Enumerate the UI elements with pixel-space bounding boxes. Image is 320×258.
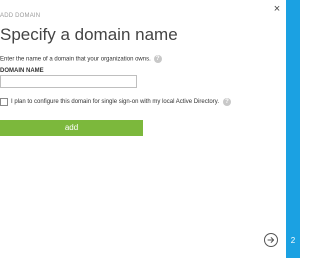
step-number: 2 [290, 236, 296, 245]
next-button[interactable] [264, 233, 278, 247]
domain-name-input[interactable] [0, 75, 137, 88]
close-icon[interactable]: × [271, 3, 283, 15]
help-icon[interactable]: ? [153, 55, 162, 63]
arrow-right-icon [267, 237, 275, 243]
page-title: Specify a domain name [0, 25, 178, 44]
add-button[interactable]: add [0, 120, 143, 136]
sso-help-icon[interactable]: ? [222, 97, 231, 106]
add-domain-dialog: ADD DOMAIN × Specify a domain name Enter… [0, 0, 286, 258]
sso-checkbox[interactable] [0, 97, 8, 106]
dialog-header-label: ADD DOMAIN [0, 13, 41, 19]
domain-name-label: DOMAIN NAME [0, 68, 44, 74]
instruction-text: Enter the name of a domain that your org… [0, 56, 151, 63]
instruction-row: Enter the name of a domain that your org… [0, 55, 162, 63]
sso-option-row: I plan to configure this domain for sing… [0, 97, 231, 106]
wizard-side-panel: 2 [286, 0, 300, 258]
sso-checkbox-label[interactable]: I plan to configure this domain for sing… [11, 99, 219, 105]
